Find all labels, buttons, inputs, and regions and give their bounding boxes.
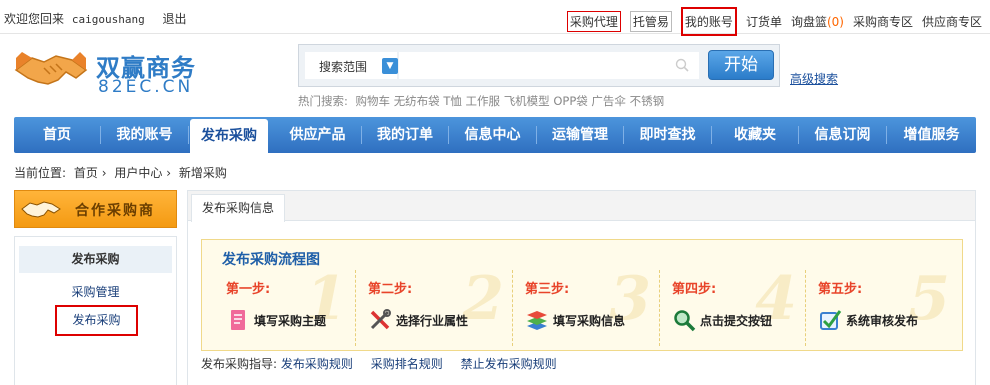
guide-link-ranking-rules[interactable]: 采购排名规则 xyxy=(371,357,443,371)
breadcrumb-separator: › xyxy=(166,166,172,180)
tab-publish-purchase-info[interactable]: 发布采购信息 xyxy=(191,194,286,222)
top-bar: 欢迎您回来 caigoushang 退出 采购代理 托管易 我的账号 订货单 询… xyxy=(0,0,990,36)
site-logo[interactable]: 双赢商务 82EC.CN xyxy=(14,44,204,100)
guide-label: 发布采购指导: xyxy=(201,357,278,371)
layers-icon xyxy=(527,311,547,330)
logo-subtitle: 82EC.CN xyxy=(98,77,194,97)
document-icon xyxy=(231,310,245,330)
step-text: 选择行业属性 xyxy=(396,314,469,328)
tools-icon xyxy=(370,309,391,330)
step-label: 第四步: xyxy=(672,282,717,297)
my-account-link[interactable]: 我的账号 xyxy=(680,7,737,36)
hot-search-term[interactable]: OPP袋 xyxy=(553,94,587,108)
buyer-zone-link[interactable]: 采购商专区 xyxy=(853,13,913,30)
main-panel: 发布采购信息 发布采购流程图 1 第一步: 填写采购主题 2 第二步: 选择行业… xyxy=(187,190,976,385)
guide-link-publish-rules[interactable]: 发布采购规则 xyxy=(281,357,353,371)
hot-searches: 热门搜索: 购物车 无纺布袋 T恤 工作服 飞机模型 OPP袋 广告伞 不锈钢 xyxy=(298,93,664,109)
purchase-agent-link[interactable]: 采购代理 xyxy=(566,11,621,32)
step-text: 系统审核发布 xyxy=(846,314,919,328)
hot-search-term[interactable]: 飞机模型 xyxy=(504,94,550,108)
handshake-logo-icon xyxy=(14,52,88,85)
breadcrumb-label: 当前位置: xyxy=(14,166,67,180)
hot-search-term[interactable]: 无纺布袋 xyxy=(394,94,440,108)
search-bar: 搜索范围 ▼ 开始 xyxy=(298,44,780,87)
inquiry-basket-link[interactable]: 询盘篮(0) xyxy=(791,13,844,30)
inquiry-basket-count: (0) xyxy=(826,15,844,29)
main-nav: 首页 我的账号 发布采购 供应产品 我的订单 信息中心 运输管理 即时查找 收藏… xyxy=(14,117,976,153)
magnifier-icon xyxy=(674,310,696,332)
flow-step-5: 5 第五步: 系统审核发布 xyxy=(808,264,958,346)
nav-item-my-orders[interactable]: 我的订单 xyxy=(362,117,448,153)
order-list-link[interactable]: 订货单 xyxy=(746,13,782,30)
welcome-message: 欢迎您回来 caigoushang 退出 xyxy=(4,10,187,27)
inquiry-basket-label: 询盘篮 xyxy=(790,15,827,29)
welcome-text: 欢迎您回来 xyxy=(4,12,65,26)
search-start-button[interactable]: 开始 xyxy=(708,50,774,80)
top-links: 采购代理 托管易 我的账号 订货单 询盘篮(0) 采购商专区 供应商专区 xyxy=(558,7,982,36)
nav-item-my-account[interactable]: 我的账号 xyxy=(101,117,188,153)
nav-item-home[interactable]: 首页 xyxy=(14,117,100,153)
flow-step-1: 1 第一步: 填写采购主题 xyxy=(216,264,356,346)
step-label: 第三步: xyxy=(525,282,570,297)
chevron-down-icon[interactable]: ▼ xyxy=(382,58,398,74)
step-label: 第二步: xyxy=(368,282,413,297)
flow-step-2: 2 第二步: 选择行业属性 xyxy=(358,264,513,346)
search-scope-label: 搜索范围 xyxy=(319,60,368,74)
cooperative-buyer-label: 合作采购商 xyxy=(75,203,155,219)
nav-item-value-added[interactable]: 增值服务 xyxy=(887,117,976,153)
step-text: 填写采购信息 xyxy=(553,314,626,328)
guide-link-prohibited-rules[interactable]: 禁止发布采购规则 xyxy=(461,357,557,371)
hot-search-label: 热门搜索: xyxy=(298,94,348,108)
breadcrumb-item[interactable]: 首页 xyxy=(74,166,98,180)
breadcrumb-item[interactable]: 用户中心 xyxy=(114,166,162,180)
hot-search-term[interactable]: 广告伞 xyxy=(591,94,626,108)
flow-step-3: 3 第三步: 填写采购信息 xyxy=(515,264,660,346)
logout-link[interactable]: 退出 xyxy=(163,12,187,26)
nav-item-supply-products[interactable]: 供应产品 xyxy=(274,117,361,153)
checkbox-icon xyxy=(820,310,842,330)
supplier-zone-link[interactable]: 供应商专区 xyxy=(922,13,982,30)
breadcrumb-separator: › xyxy=(101,166,107,180)
step-text: 填写采购主题 xyxy=(254,314,327,328)
search-input[interactable] xyxy=(399,52,699,79)
purchase-flow-chart: 发布采购流程图 1 第一步: 填写采购主题 2 第二步: 选择行业属性 3 第三… xyxy=(201,239,963,351)
nav-item-info-center[interactable]: 信息中心 xyxy=(449,117,536,153)
nav-item-subscriptions[interactable]: 信息订阅 xyxy=(799,117,886,153)
hot-search-term[interactable]: 购物车 xyxy=(356,94,391,108)
nav-divider xyxy=(188,126,189,144)
sidebar-item-purchase-management[interactable]: 采购管理 xyxy=(15,283,176,300)
handshake-icon xyxy=(21,201,61,218)
search-icon xyxy=(675,58,689,72)
step-text: 点击提交按钮 xyxy=(700,314,773,328)
username: caigoushang xyxy=(71,13,145,26)
nav-item-favorites[interactable]: 收藏夹 xyxy=(712,117,798,153)
breadcrumb: 当前位置: 首页 › 用户中心 › 新增采购 xyxy=(14,164,231,181)
nav-item-publish-purchase[interactable]: 发布采购 xyxy=(190,119,268,153)
nav-item-transport[interactable]: 运输管理 xyxy=(537,117,623,153)
publish-guide: 发布采购指导: 发布采购规则 采购排名规则 禁止发布采购规则 xyxy=(201,355,557,372)
step-watermark-number: 2 xyxy=(462,264,504,334)
advanced-search-link[interactable]: 高级搜索 xyxy=(790,70,838,87)
tab-bar: 发布采购信息 xyxy=(188,191,975,222)
flow-step-4: 4 第四步: 点击提交按钮 xyxy=(662,264,806,346)
step-label: 第五步: xyxy=(818,282,863,297)
sidebar-heading: 发布采购 xyxy=(19,246,172,273)
hot-search-term[interactable]: 不锈钢 xyxy=(630,94,665,108)
escrow-link[interactable]: 托管易 xyxy=(629,11,672,32)
nav-item-instant-search[interactable]: 即时查找 xyxy=(624,117,711,153)
step-label: 第一步: xyxy=(226,282,271,297)
search-scope-select[interactable]: 搜索范围 ▼ xyxy=(305,52,398,79)
hot-search-term[interactable]: 工作服 xyxy=(466,94,501,108)
cooperative-buyer-banner[interactable]: 合作采购商 xyxy=(14,190,177,228)
hot-search-term[interactable]: T恤 xyxy=(443,94,462,108)
sidebar-item-publish-purchase[interactable]: 发布采购 xyxy=(55,305,138,336)
breadcrumb-current: 新增采购 xyxy=(178,166,227,180)
sidebar-menu: 发布采购 采购管理 发布采购 xyxy=(14,236,177,385)
